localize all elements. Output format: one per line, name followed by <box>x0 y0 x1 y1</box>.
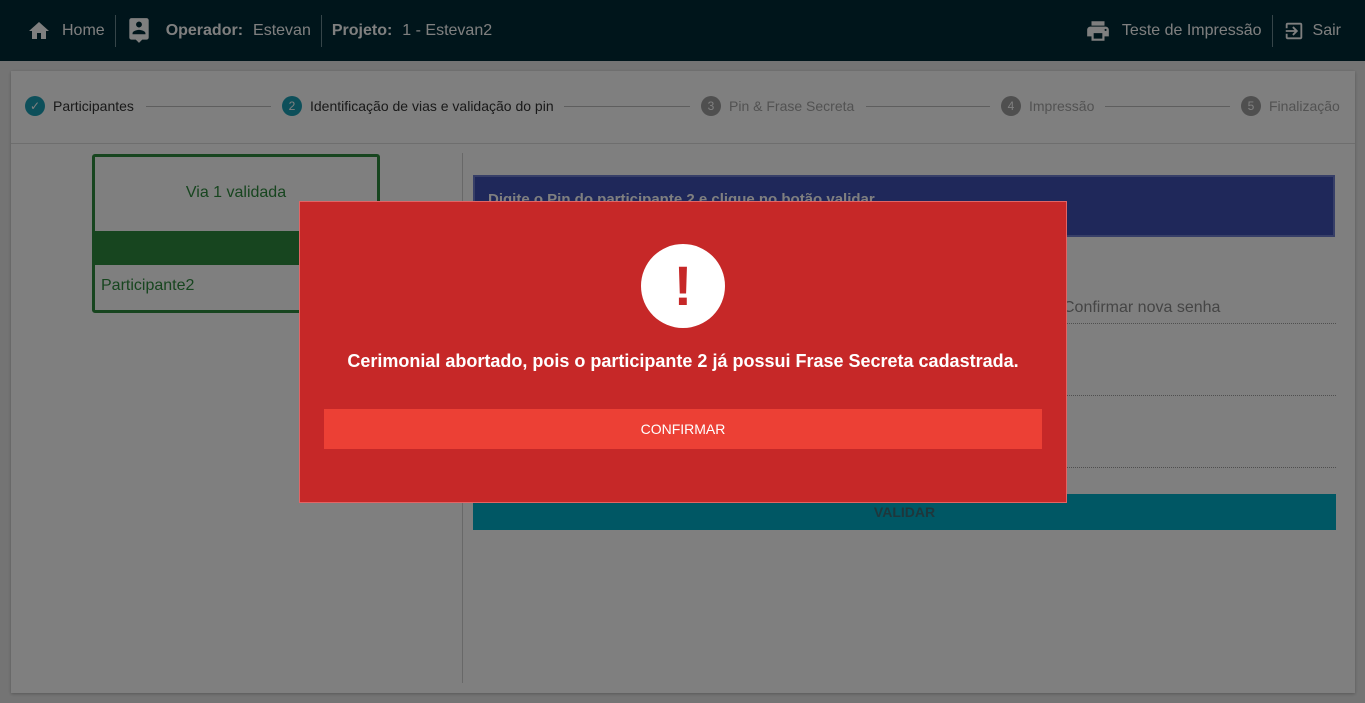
error-message: Cerimonial abortado, pois o participante… <box>347 351 1019 371</box>
exclamation-icon: ! <box>641 244 725 328</box>
confirm-button[interactable]: CONFIRMAR <box>324 409 1042 449</box>
error-dialog: ! Cerimonial abortado, pois o participan… <box>299 201 1067 503</box>
